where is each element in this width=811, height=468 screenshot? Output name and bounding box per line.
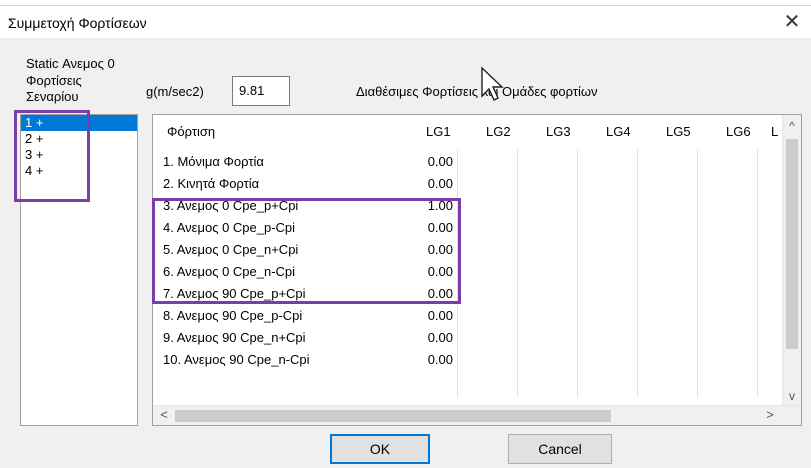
table-row[interactable]: 1. Μόνιμα Φορτία 0.00 [153,151,783,173]
load-name-cell: 9. Ανεμος 90 Cpe_n+Cpi [163,330,306,345]
chevron-right-icon[interactable]: > [761,406,779,424]
load-name-cell: 2. Κινητά Φορτία [163,176,260,191]
table-row[interactable]: 2. Κινητά Φορτία 0.00 [153,173,783,195]
scroll-thumb[interactable] [175,410,611,422]
cancel-button[interactable]: Cancel [508,434,612,464]
gravity-label: g(m/sec2) [146,84,204,99]
chevron-up-icon[interactable]: ^ [783,117,801,135]
col-header-lg7: L [771,124,779,139]
load-name-cell: 8. Ανεμος 90 Cpe_p-Cpi [163,308,303,323]
window-title: Συμμετοχή Φορτίσεων [8,15,147,31]
col-header-lg1: LG1 [426,124,451,139]
chevron-left-icon[interactable]: < [155,406,173,424]
col-header-load: Φόρτιση [167,124,216,139]
table-row[interactable]: 8. Ανεμος 90 Cpe_p-Cpi 0.00 [153,305,783,327]
highlight-box-scenarios [14,110,90,202]
available-loads-label: Διαθέσιμες Φορτίσεις και Ομάδες φορτίων [356,84,598,99]
col-header-lg3: LG3 [546,124,571,139]
scroll-thumb[interactable] [786,139,798,349]
lg1-cell[interactable]: 0.00 [393,349,453,371]
close-icon[interactable]: ✕ [779,10,805,34]
vertical-scrollbar[interactable]: ^ v [782,115,801,407]
table-row[interactable]: 9. Ανεμος 90 Cpe_n+Cpi 0.00 [153,327,783,349]
cursor-arrow-icon [481,66,504,101]
col-header-lg6: LG6 [726,124,751,139]
static-wind-label: Static Ανεμος 0 [26,56,115,71]
table-row[interactable]: 10. Ανεμος 90 Cpe_n-Cpi 0.00 [153,349,783,371]
col-header-lg2: LG2 [486,124,511,139]
scenario-loads-label-line2: Σεναρίου [26,89,79,104]
gravity-input[interactable]: 9.81 [232,76,290,106]
ok-button[interactable]: OK [330,434,430,464]
grid-header: Φόρτιση LG1 LG2 LG3 LG4 LG5 LG6 L [153,115,783,149]
lg1-cell[interactable]: 0.00 [393,327,453,349]
lg1-cell[interactable]: 0.00 [393,173,453,195]
highlight-box-wind-rows [152,198,461,304]
scenario-loads-label-line1: Φορτίσεις [26,73,82,88]
lg1-cell[interactable]: 0.00 [393,151,453,173]
title-bar: Συμμετοχή Φορτίσεων ✕ [0,6,811,38]
load-name-cell: 1. Μόνιμα Φορτία [163,154,264,169]
load-name-cell: 10. Ανεμος 90 Cpe_n-Cpi [163,352,310,367]
col-header-lg4: LG4 [606,124,631,139]
horizontal-scrollbar[interactable]: < > [153,405,801,425]
col-header-lg5: LG5 [666,124,691,139]
lg1-cell[interactable]: 0.00 [393,305,453,327]
chevron-down-icon[interactable]: v [783,387,801,405]
